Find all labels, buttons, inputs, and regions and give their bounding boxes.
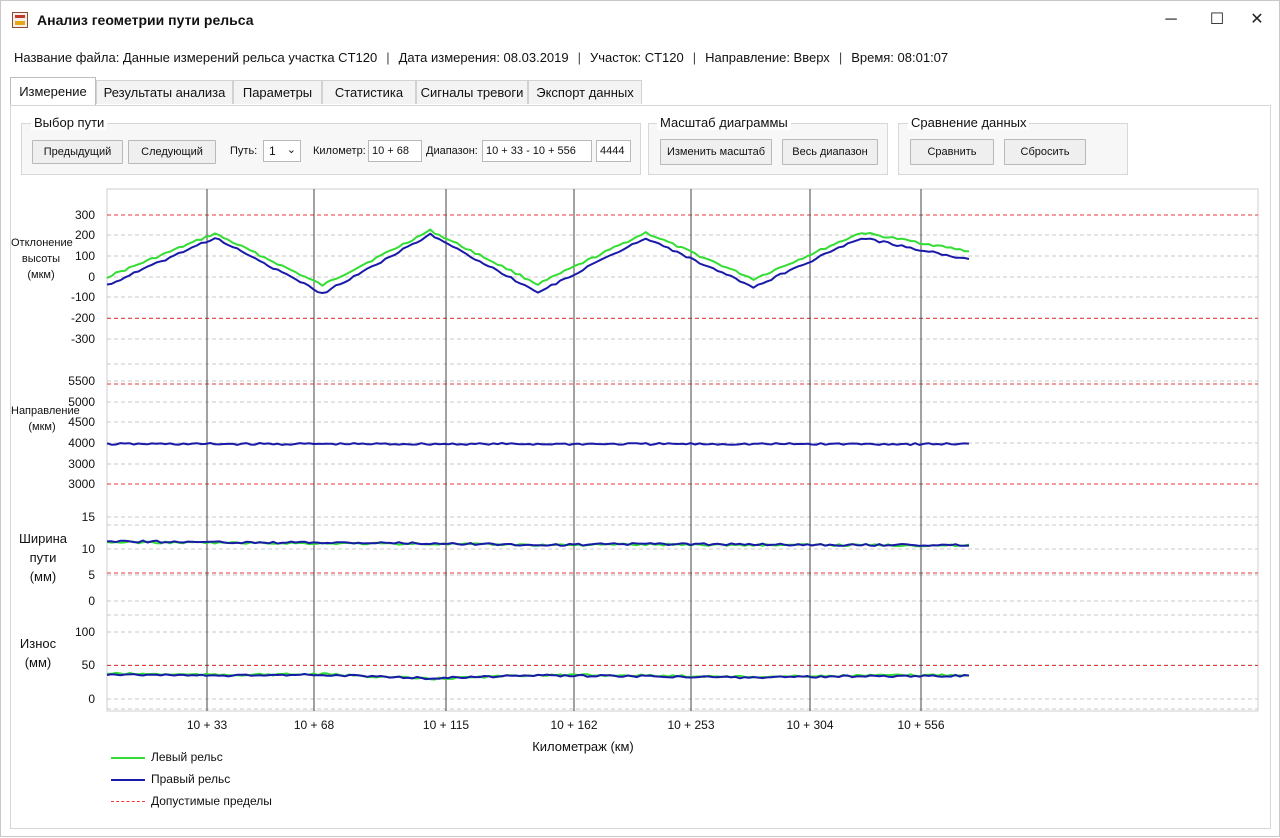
y-tick-label: 3000 bbox=[68, 457, 95, 471]
x-tick-labels: 10 + 33 10 + 68 10 + 115 10 + 162 10 + 253 10… bbox=[187, 718, 945, 732]
x-tick-label: 10 + 253 bbox=[667, 718, 714, 732]
legend-swatch bbox=[111, 801, 145, 802]
x-tick-label: 10 + 304 bbox=[786, 718, 833, 732]
legend-swatch bbox=[111, 757, 145, 759]
app-window: Анализ геометрии пути рельса ─ ☐ ✕ Назва… bbox=[0, 0, 1280, 837]
y-tick-label: 0 bbox=[88, 270, 95, 284]
y-tick-label: 3000 bbox=[68, 477, 95, 491]
y-tick-label: 100 bbox=[75, 249, 95, 263]
y-tick-label: 0 bbox=[88, 692, 95, 706]
legend-swatch bbox=[111, 779, 145, 781]
y-tick-label: 5 bbox=[88, 568, 95, 582]
y-tick-label: 4500 bbox=[68, 415, 95, 429]
y-tick-label: 4000 bbox=[68, 436, 95, 450]
y-tick-label: 5000 bbox=[68, 395, 95, 409]
x-axis-label: Километраж (км) bbox=[532, 739, 634, 754]
y-tick-label: 300 bbox=[75, 208, 95, 222]
y-tick-label: -300 bbox=[71, 332, 95, 346]
x-tick-label: 10 + 556 bbox=[897, 718, 944, 732]
legend-label: Допустимые пределы bbox=[151, 794, 272, 808]
y-tick-label: 5500 bbox=[68, 374, 95, 388]
y-tick-label: 50 bbox=[82, 658, 96, 672]
y-tick-label: 100 bbox=[75, 625, 95, 639]
legend-label: Правый рельс bbox=[151, 772, 231, 786]
plot-frame bbox=[106, 188, 1259, 712]
x-tick-label: 10 + 68 bbox=[294, 718, 335, 732]
x-tick-label: 10 + 33 bbox=[187, 718, 228, 732]
y-tick-label: -200 bbox=[71, 311, 95, 325]
y-tick-label: -100 bbox=[71, 290, 95, 304]
y-tick-label: 200 bbox=[75, 228, 95, 242]
x-tick-label: 10 + 162 bbox=[550, 718, 597, 732]
measurement-chart: 3002001000-100-200-300550050004500400030… bbox=[68, 188, 1259, 754]
x-tick-label: 10 + 115 bbox=[423, 718, 469, 732]
legend-label: Левый рельс bbox=[151, 750, 223, 764]
y-tick-label: 0 bbox=[88, 594, 95, 608]
y-tick-labels: 3002001000-100-200-300550050004500400030… bbox=[68, 208, 95, 706]
y-tick-label: 15 bbox=[82, 510, 96, 524]
y-tick-label: 10 bbox=[82, 542, 96, 556]
